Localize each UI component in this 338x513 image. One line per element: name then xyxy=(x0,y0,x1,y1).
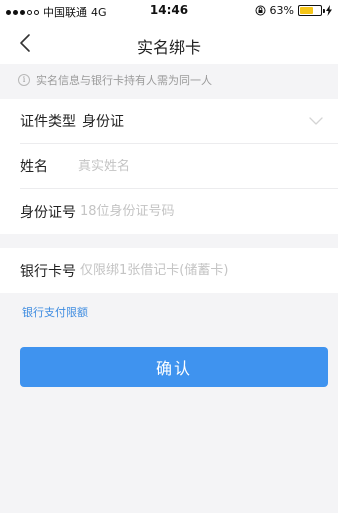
navigation-bar: 实名绑卡 xyxy=(0,22,338,64)
name-row: 姓名 xyxy=(20,144,338,189)
notice-text: 实名信息与银行卡持有人需为同一人 xyxy=(36,74,212,87)
battery-level xyxy=(300,7,313,14)
bank-card-section: 银行卡号 xyxy=(0,248,338,293)
status-bar: 中国联通 4G 14:46 63% xyxy=(0,0,338,22)
orientation-lock-icon xyxy=(255,5,266,16)
charging-icon xyxy=(326,5,332,16)
id-number-label: 身份证号 xyxy=(20,204,76,221)
notice-bar: i 实名信息与银行卡持有人需为同一人 xyxy=(0,66,338,94)
confirm-button[interactable]: 确认 xyxy=(20,347,328,387)
id-type-row[interactable]: 证件类型 身份证 xyxy=(20,99,338,144)
status-right: 63% xyxy=(255,4,332,17)
page-title: 实名绑卡 xyxy=(136,38,201,57)
info-icon: i xyxy=(18,74,30,86)
chevron-down-icon[interactable] xyxy=(308,113,324,129)
payment-limit-link[interactable]: 银行支付限额 xyxy=(22,304,88,320)
id-number-row: 身份证号 xyxy=(20,189,338,234)
bank-card-label: 银行卡号 xyxy=(20,263,76,280)
id-number-input[interactable] xyxy=(80,204,338,219)
bank-card-row: 银行卡号 xyxy=(20,248,338,293)
identity-form: 证件类型 身份证 姓名 身份证号 xyxy=(0,99,338,234)
id-type-label: 证件类型 xyxy=(20,114,76,130)
bank-card-input[interactable] xyxy=(80,263,338,278)
name-input[interactable] xyxy=(78,158,338,174)
name-label: 姓名 xyxy=(20,159,48,175)
battery-percent: 63% xyxy=(269,4,294,17)
battery-icon xyxy=(298,5,325,16)
id-type-value: 身份证 xyxy=(82,114,124,130)
